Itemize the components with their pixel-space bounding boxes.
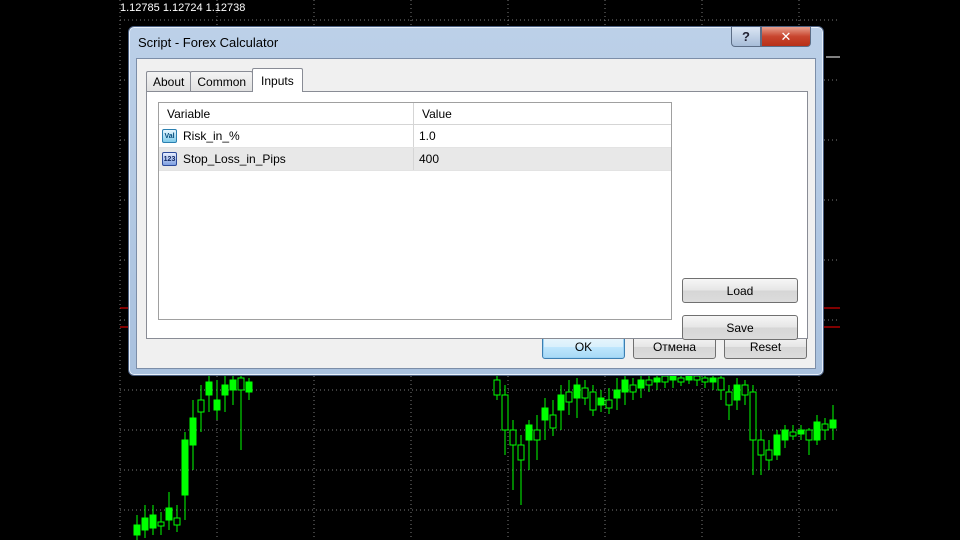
candle-body — [749, 391, 757, 441]
candle-body — [205, 381, 213, 396]
candle-body — [533, 429, 541, 441]
double-type-icon: Val — [162, 129, 177, 143]
candle-body — [669, 375, 677, 381]
tab-about[interactable]: About — [146, 71, 192, 92]
candle-body — [565, 391, 573, 403]
candle-body — [573, 384, 581, 399]
candle-body — [693, 375, 701, 381]
tab-strip: About Common Inputs — [146, 68, 303, 92]
candle-body — [701, 377, 709, 383]
candle-body — [541, 407, 549, 421]
script-dialog: Script - Forex Calculator ? ✕ About Comm… — [128, 26, 824, 376]
price-readout: 1.12785 1.12724 1.12738 — [120, 2, 246, 14]
candle-body — [725, 391, 733, 406]
table-row[interactable]: 123 Stop_Loss_in_Pips 400 — [159, 148, 671, 171]
candle-body — [501, 394, 509, 431]
candle-body — [245, 381, 253, 393]
candle-body — [717, 377, 725, 391]
candle-body — [781, 429, 789, 441]
candle-body — [653, 377, 661, 383]
help-button[interactable]: ? — [731, 27, 761, 47]
candle-body — [685, 375, 693, 381]
candle-body — [829, 419, 837, 429]
window-title: Script - Forex Calculator — [138, 35, 279, 50]
candle-body — [661, 375, 669, 383]
variable-name: Stop_Loss_in_Pips — [183, 152, 286, 166]
candle-body — [173, 517, 181, 526]
column-header-variable[interactable]: Variable — [159, 103, 414, 124]
candle-body — [157, 521, 165, 527]
candle-body — [149, 514, 157, 529]
column-header-value[interactable]: Value — [414, 103, 671, 124]
value-cell[interactable]: 1.0 — [414, 125, 671, 147]
candle-body — [557, 394, 565, 411]
integer-type-icon: 123 — [162, 152, 177, 166]
title-bar[interactable]: Script - Forex Calculator ? ✕ — [129, 27, 823, 57]
dialog-body: About Common Inputs Variable Value Val R… — [136, 58, 816, 369]
variable-cell: Val Risk_in_% — [159, 125, 414, 147]
save-button[interactable]: Save — [682, 315, 798, 340]
candle-body — [733, 384, 741, 401]
candle-body — [165, 507, 173, 521]
candle-body — [677, 377, 685, 383]
candle-body — [597, 397, 605, 406]
candle-body — [813, 421, 821, 441]
candle-body — [621, 379, 629, 393]
candle-body — [805, 429, 813, 441]
candle-body — [637, 379, 645, 389]
candle-body — [773, 434, 781, 456]
candle-body — [133, 524, 141, 536]
table-header: Variable Value — [159, 103, 671, 125]
candle-body — [509, 429, 517, 446]
candle-body — [229, 379, 237, 391]
candle-body — [493, 379, 501, 396]
tab-inputs[interactable]: Inputs — [252, 68, 303, 92]
candle-body — [605, 399, 613, 409]
tab-common[interactable]: Common — [190, 71, 254, 92]
candle-body — [517, 444, 525, 461]
candle-body — [797, 429, 805, 435]
inputs-table: Variable Value Val Risk_in_% 1.0 123 Sto… — [158, 102, 672, 320]
load-button[interactable]: Load — [682, 278, 798, 303]
candle-body — [549, 414, 557, 429]
value-cell[interactable]: 400 — [414, 148, 671, 170]
candle-body — [213, 399, 221, 411]
candle-body — [765, 449, 773, 461]
candle-body — [821, 423, 829, 431]
candle-body — [741, 384, 749, 396]
candle-body — [645, 379, 653, 386]
candle-body — [189, 417, 197, 446]
candle-body — [237, 377, 245, 391]
help-icon: ? — [742, 29, 750, 44]
candle-body — [629, 384, 637, 393]
variable-cell: 123 Stop_Loss_in_Pips — [159, 148, 414, 170]
candle-body — [789, 431, 797, 437]
candle-body — [709, 377, 717, 383]
candle-body — [221, 384, 229, 396]
table-row[interactable]: Val Risk_in_% 1.0 — [159, 125, 671, 148]
candle-body — [581, 387, 589, 399]
candle-body — [197, 399, 205, 413]
candle-body — [589, 391, 597, 411]
candle-body — [613, 389, 621, 399]
close-button[interactable]: ✕ — [761, 27, 811, 47]
candle-body — [525, 424, 533, 441]
candle-body — [757, 439, 765, 456]
inputs-panel: Variable Value Val Risk_in_% 1.0 123 Sto… — [146, 91, 808, 340]
close-icon: ✕ — [780, 28, 792, 44]
candle-body — [181, 439, 189, 496]
variable-name: Risk_in_% — [183, 129, 240, 143]
candle-body — [141, 517, 149, 531]
